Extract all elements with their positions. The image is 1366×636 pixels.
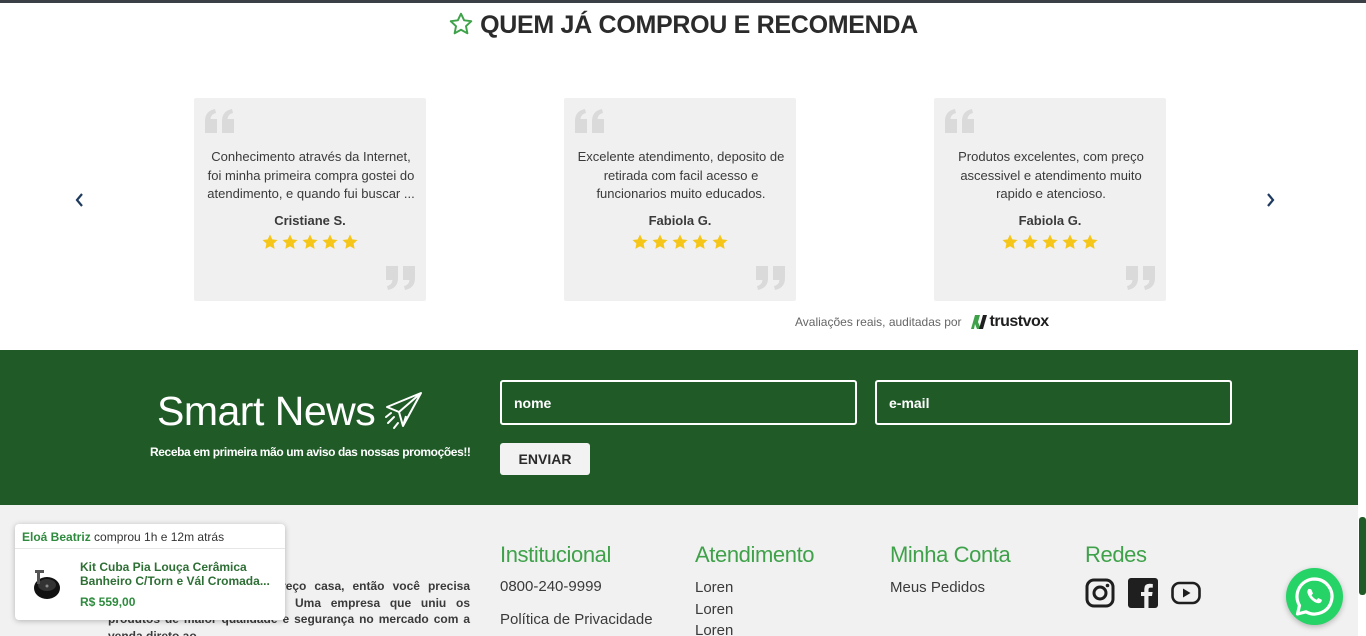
star-icon <box>282 234 298 249</box>
star-icon <box>692 234 708 249</box>
trustvox-mark-icon <box>970 315 987 329</box>
youtube-link[interactable] <box>1171 578 1201 613</box>
reviews-title-text: QUEM JÁ COMPROU E RECOMENDA <box>480 11 918 39</box>
quote-open-icon <box>945 109 974 133</box>
chevron-right-icon <box>1267 193 1275 207</box>
name-input[interactable] <box>500 380 857 425</box>
rating-stars <box>564 233 796 251</box>
star-icon <box>1062 234 1078 249</box>
star-icon <box>342 234 358 249</box>
product-name: Kit Cuba Pia Louça Cerâmica Banheiro C/T… <box>80 560 270 588</box>
minha-conta-heading: Minha Conta <box>890 542 1011 567</box>
reviews-title: QUEM JÁ COMPROU E RECOMENDA <box>0 11 1366 40</box>
product-thumbnail <box>34 570 60 599</box>
review-card: Conhecimento através da Internet, foi mi… <box>194 98 426 301</box>
facebook-link[interactable] <box>1128 578 1158 613</box>
quote-close-icon <box>756 266 785 290</box>
purchase-notice: Eloá Beatriz comprou 1h e 12m atrás <box>22 530 224 544</box>
review-card: Excelente atendimento, deposito de retir… <box>564 98 796 301</box>
star-icon <box>302 234 318 249</box>
divider <box>15 548 285 549</box>
atendimento-link[interactable]: Loren <box>695 622 733 636</box>
send-button[interactable]: ENVIAR <box>500 443 590 475</box>
rating-stars <box>934 233 1166 251</box>
buyer-name: Eloá Beatriz <box>22 530 91 544</box>
paper-plane-icon <box>385 392 422 429</box>
privacy-policy-link[interactable]: Política de Privacidade <box>500 611 653 628</box>
review-author: Fabiola G. <box>648 213 712 228</box>
rating-stars <box>194 233 426 251</box>
star-icon <box>1022 234 1038 249</box>
newsletter-section: Smart News Receba em primeira mão um avi… <box>0 350 1358 505</box>
star-icon <box>632 234 648 249</box>
star-icon <box>262 234 278 249</box>
phone-link[interactable]: 0800-240-9999 <box>500 578 602 595</box>
star-icon <box>1082 234 1098 249</box>
instagram-link[interactable] <box>1085 578 1115 613</box>
star-icon <box>1002 234 1018 249</box>
scrollbar-thumb[interactable] <box>1359 517 1366 595</box>
email-input[interactable] <box>875 380 1232 425</box>
star-icon <box>672 234 688 249</box>
star-icon <box>712 234 728 249</box>
atendimento-heading: Atendimento <box>695 542 815 567</box>
atendimento-link[interactable]: Loren <box>695 579 733 596</box>
review-card: Produtos excelentes, com preço ascessive… <box>934 98 1166 301</box>
redes-heading: Redes <box>1085 542 1147 567</box>
trustvox-badge[interactable]: Avaliações reais, auditadas por trustvox <box>795 313 1049 331</box>
instagram-icon <box>1085 578 1115 608</box>
review-text: Produtos excelentes, com preço ascessive… <box>958 149 1144 201</box>
facebook-icon <box>1128 578 1158 608</box>
quote-close-icon <box>1126 266 1155 290</box>
quote-open-icon <box>575 109 604 133</box>
purchase-time: comprou 1h e 12m atrás <box>90 530 225 544</box>
institucional-heading: Institucional <box>500 542 611 567</box>
review-author: Cristiane S. <box>274 213 346 228</box>
review-text: Excelente atendimento, deposito de retir… <box>577 149 785 201</box>
carousel-prev-button[interactable] <box>70 188 90 212</box>
quote-close-icon <box>386 266 415 290</box>
audit-text: Avaliações reais, auditadas por <box>795 315 962 329</box>
review-text: Conhecimento através da Internet, foi mi… <box>207 149 415 201</box>
quote-open-icon <box>205 109 234 133</box>
whatsapp-button[interactable] <box>1286 568 1343 625</box>
newsletter-title: Smart News <box>157 388 376 434</box>
product-price: R$ 559,00 <box>80 595 136 609</box>
recent-purchase-popup[interactable]: Eloá Beatriz comprou 1h e 12m atrás Kit … <box>15 524 285 620</box>
chevron-left-icon <box>75 193 83 207</box>
review-author: Fabiola G. <box>1018 213 1082 228</box>
whatsapp-icon <box>1295 577 1334 616</box>
star-icon <box>1042 234 1058 249</box>
reviews-section: QUEM JÁ COMPROU E RECOMENDA Conhecimento… <box>0 3 1366 350</box>
star-outline-icon <box>449 12 473 35</box>
carousel-next-button[interactable] <box>1260 188 1280 212</box>
meus-pedidos-link[interactable]: Meus Pedidos <box>890 579 985 596</box>
star-icon <box>652 234 668 249</box>
youtube-icon <box>1171 581 1201 605</box>
trustvox-logo: trustvox <box>970 313 1049 331</box>
newsletter-subtitle: Receba em primeira mão um aviso das noss… <box>150 445 471 459</box>
star-icon <box>322 234 338 249</box>
trustvox-brand: trustvox <box>989 313 1050 330</box>
atendimento-link[interactable]: Loren <box>695 601 733 618</box>
